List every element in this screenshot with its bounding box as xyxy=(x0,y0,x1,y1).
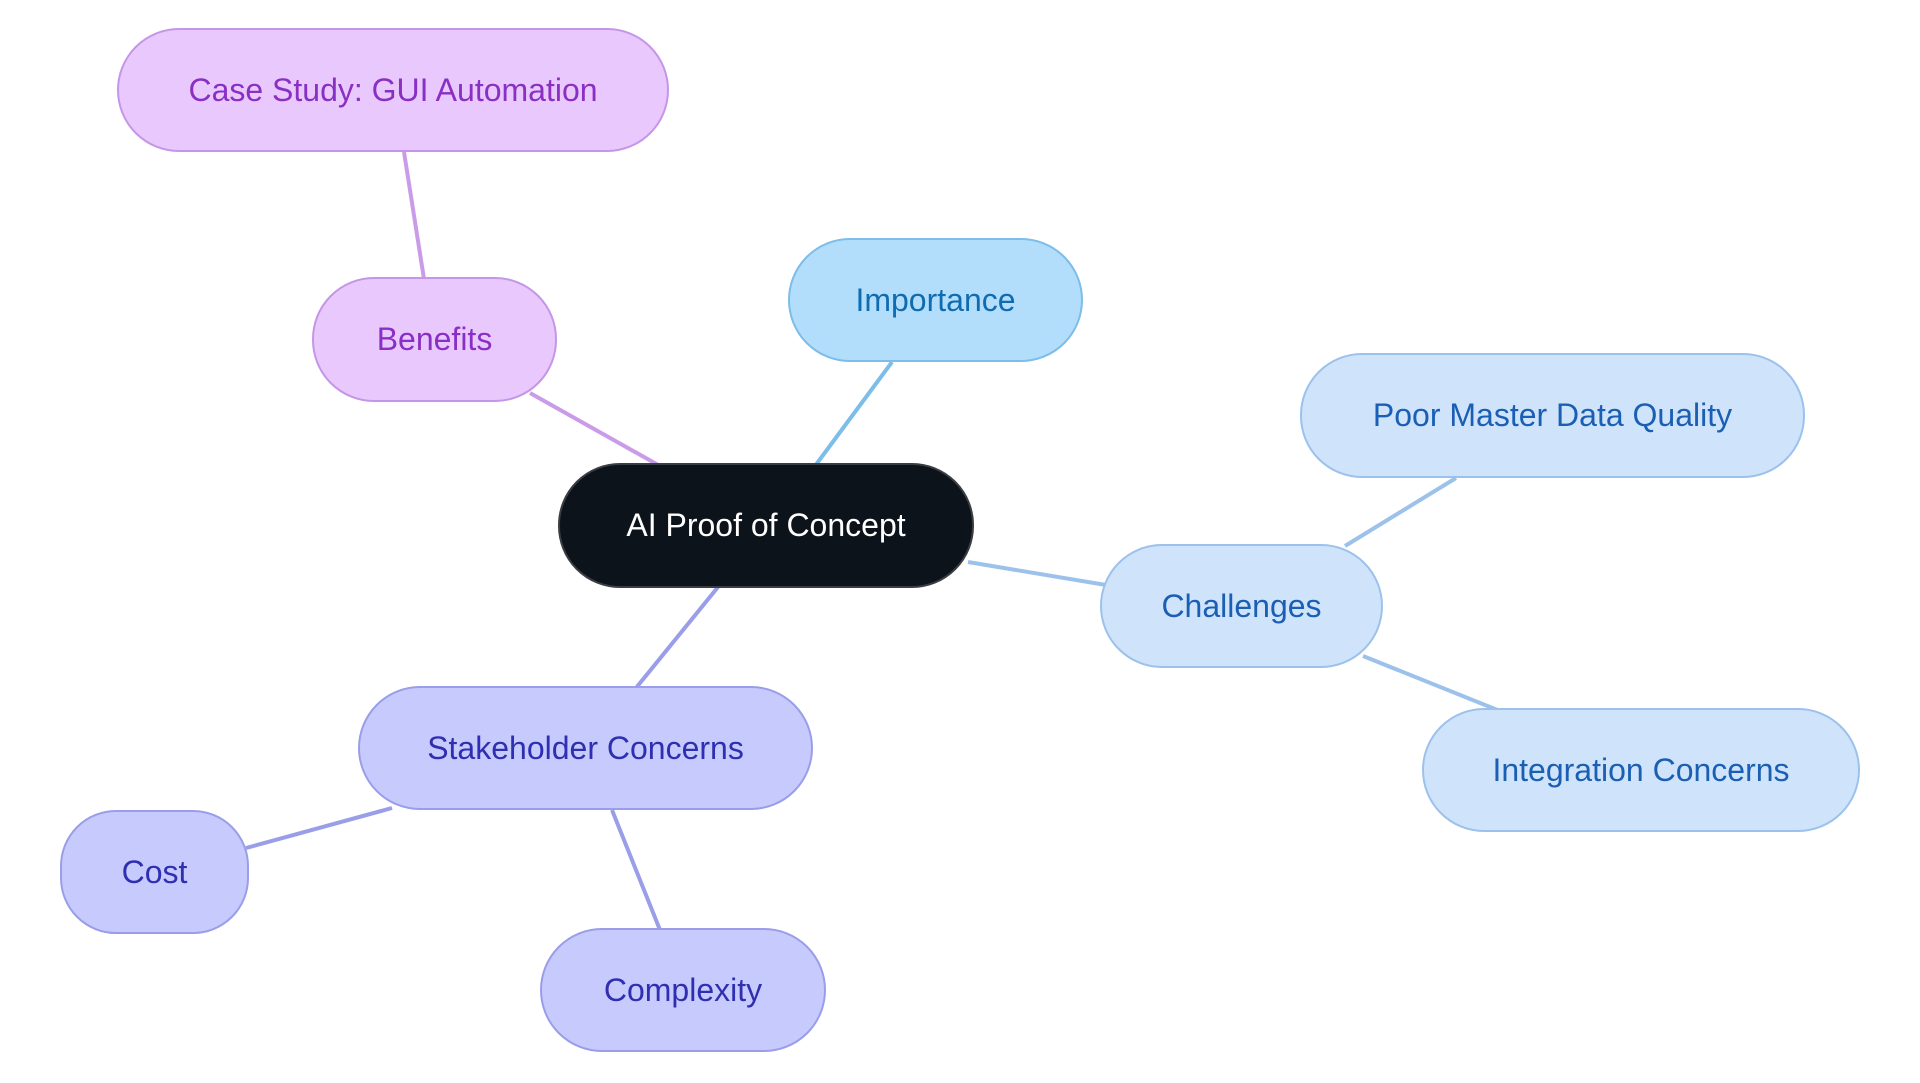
node-label: Complexity xyxy=(603,971,763,1008)
node-label: Challenges xyxy=(1161,587,1322,624)
edge-root-challenges xyxy=(967,560,1107,587)
node-benefits[interactable]: Benefits xyxy=(312,277,557,402)
edge-stakeholder-cost xyxy=(245,806,393,850)
node-label: Integration Concerns xyxy=(1492,751,1790,788)
node-importance[interactable]: Importance xyxy=(788,238,1083,362)
edge-root-stakeholder xyxy=(634,585,720,690)
node-label: Importance xyxy=(855,281,1016,318)
edge-root-benefits xyxy=(529,391,661,468)
node-challenges[interactable]: Challenges xyxy=(1100,544,1383,668)
node-root[interactable]: AI Proof of Concept xyxy=(558,463,974,588)
node-case-study[interactable]: Case Study: GUI Automation xyxy=(117,28,669,152)
node-complexity[interactable]: Complexity xyxy=(540,928,826,1052)
edge-challenges-integration xyxy=(1362,654,1501,713)
edge-benefits-case-study xyxy=(402,151,426,280)
node-poor-master-data[interactable]: Poor Master Data Quality xyxy=(1300,353,1805,478)
node-integration[interactable]: Integration Concerns xyxy=(1422,708,1860,832)
node-label: Case Study: GUI Automation xyxy=(188,71,598,108)
node-label: Stakeholder Concerns xyxy=(427,729,744,766)
node-label: AI Proof of Concept xyxy=(626,507,906,543)
node-cost[interactable]: Cost xyxy=(60,810,249,934)
node-stakeholder[interactable]: Stakeholder Concerns xyxy=(358,686,813,810)
edge-challenges-poor-master xyxy=(1343,476,1458,548)
node-label: Cost xyxy=(121,853,188,890)
edge-stakeholder-complexity xyxy=(610,809,662,931)
node-label: Benefits xyxy=(376,321,493,357)
node-label: Poor Master Data Quality xyxy=(1372,397,1733,433)
edge-root-importance xyxy=(813,360,894,468)
